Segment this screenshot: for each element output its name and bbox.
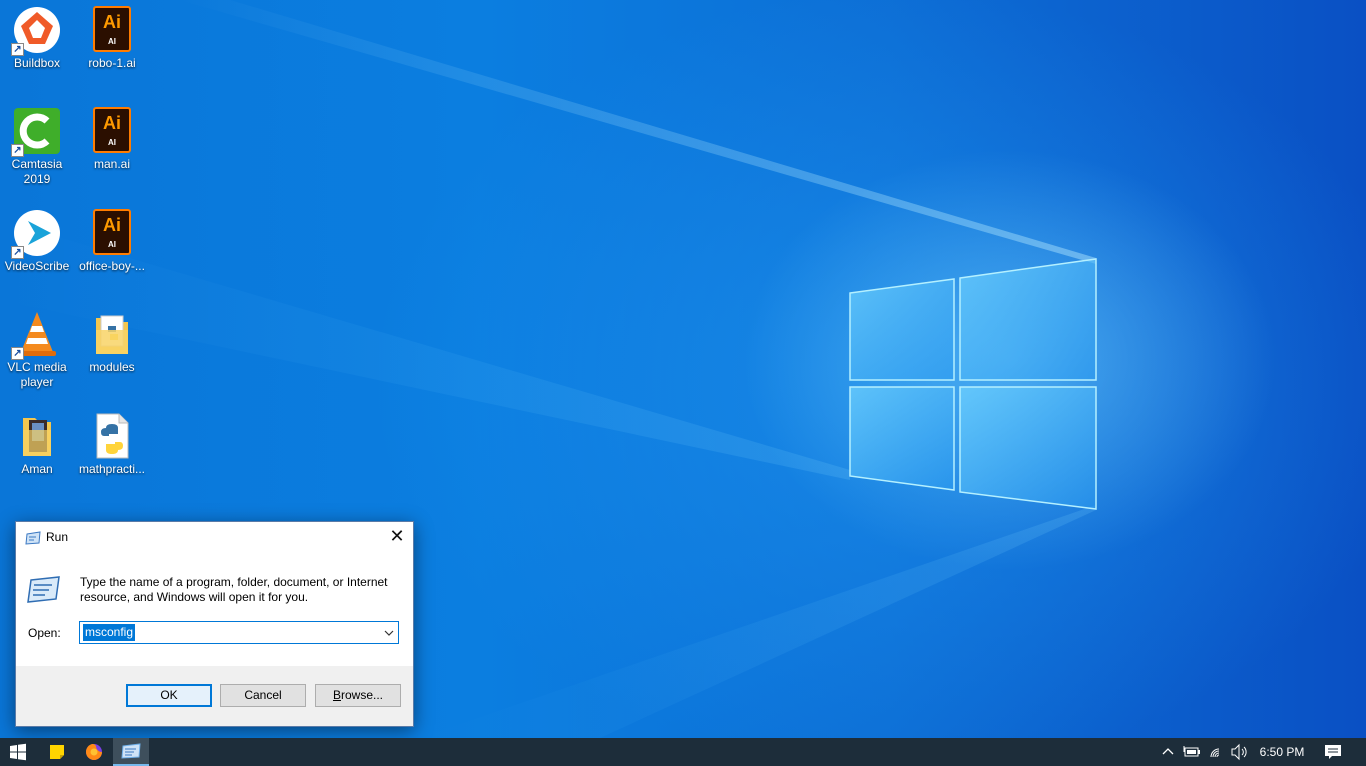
shortcut-arrow-icon: ↗ xyxy=(11,43,24,56)
desktop-icon-label: Aman xyxy=(21,462,53,476)
run-app-icon xyxy=(27,576,60,603)
run-dialog-title: Run xyxy=(46,530,69,544)
shortcut-arrow-icon: ↗ xyxy=(11,246,24,259)
desktop-icon-label: VideoScribe xyxy=(4,259,70,273)
desktop-icon-mathpractice[interactable]: mathpracti... xyxy=(75,412,149,477)
run-footer: OK Cancel Browse... xyxy=(16,666,413,726)
taskbar-run[interactable] xyxy=(113,738,149,766)
ok-button[interactable]: OK xyxy=(126,684,212,707)
desktop-icon-label: office-boy-... xyxy=(79,259,145,273)
desktop-icon-label: Buildbox xyxy=(13,56,61,70)
desktop-icon-robo-ai[interactable]: Ai AI robo-1.ai xyxy=(75,6,149,71)
desktop-icon-office-boy-ai[interactable]: Ai AI office-boy-... xyxy=(75,209,149,274)
run-app-icon xyxy=(121,743,141,759)
chevron-up-icon xyxy=(1162,748,1174,755)
run-description: Type the name of a program, folder, docu… xyxy=(80,575,388,604)
desktop-icon-label: robo-1.ai xyxy=(88,56,136,70)
taskbar-clock[interactable]: 6:50 PM xyxy=(1256,738,1308,766)
run-titlebar[interactable]: Run ✕ xyxy=(16,522,413,553)
desktop-icon-label: modules xyxy=(89,360,135,374)
cancel-button[interactable]: Cancel xyxy=(220,684,306,707)
run-content: Type the name of a program, folder, docu… xyxy=(16,553,413,666)
open-label: Open: xyxy=(28,626,61,640)
volume-tray[interactable] xyxy=(1229,738,1251,766)
desktop-icon-videoscribe[interactable]: ↗ VideoScribe xyxy=(0,209,74,274)
start-button[interactable] xyxy=(0,738,36,766)
volume-icon xyxy=(1231,743,1247,761)
illustrator-file-icon: Ai AI xyxy=(88,107,136,155)
desktop-icon-label: mathpracti... xyxy=(78,462,146,476)
desktop-icon-label: Camtasia 2019 xyxy=(11,157,63,186)
desktop-icon-camtasia[interactable]: ↗ Camtasia 2019 xyxy=(0,107,74,187)
browse-button[interactable]: Browse... xyxy=(315,684,401,707)
chevron-down-icon[interactable] xyxy=(382,624,396,641)
network-tray[interactable] xyxy=(1206,738,1228,766)
battery-icon xyxy=(1183,746,1200,757)
python-folder-icon xyxy=(88,310,136,358)
python-file-icon xyxy=(88,412,136,460)
open-input[interactable]: msconfig xyxy=(83,624,136,641)
shortcut-arrow-icon: ↗ xyxy=(11,144,24,157)
taskbar-firefox[interactable] xyxy=(76,738,112,766)
taskbar: 6:50 PM xyxy=(0,738,1366,766)
wifi-icon xyxy=(1210,748,1220,758)
desktop-icon-aman[interactable]: Aman xyxy=(0,412,74,477)
folder-icon xyxy=(13,412,61,460)
run-dialog: Run ✕ Type the name of a program, folder… xyxy=(15,521,414,727)
videoscribe-icon: ↗ xyxy=(11,209,61,259)
desktop-icon-man-ai[interactable]: Ai AI man.ai xyxy=(75,107,149,172)
illustrator-file-icon: Ai AI xyxy=(88,6,136,54)
illustrator-file-icon: Ai AI xyxy=(88,209,136,257)
firefox-icon xyxy=(85,743,102,760)
buildbox-icon: ↗ xyxy=(11,6,61,56)
battery-tray[interactable] xyxy=(1181,738,1203,766)
taskbar-sticky-notes[interactable] xyxy=(39,738,75,766)
desktop-icon-label: man.ai xyxy=(93,157,131,171)
open-combobox[interactable]: msconfig xyxy=(79,621,399,644)
desktop-icon-buildbox[interactable]: ↗ Buildbox xyxy=(0,6,74,71)
sticky-notes-icon xyxy=(50,745,64,759)
run-app-icon xyxy=(25,531,41,545)
start-icon xyxy=(10,743,26,761)
close-icon[interactable]: ✕ xyxy=(381,522,413,553)
notifications-icon xyxy=(1325,745,1341,759)
action-center-button[interactable] xyxy=(1322,738,1344,766)
desktop-icon-vlc[interactable]: ↗ VLC media player xyxy=(0,310,74,390)
desktop-icon-label: VLC media player xyxy=(7,360,67,389)
show-hidden-icons[interactable] xyxy=(1157,738,1179,766)
camtasia-icon: ↗ xyxy=(11,107,61,157)
vlc-icon: ↗ xyxy=(11,310,61,360)
desktop-icon-modules[interactable]: modules xyxy=(75,310,149,375)
shortcut-arrow-icon: ↗ xyxy=(11,347,24,360)
